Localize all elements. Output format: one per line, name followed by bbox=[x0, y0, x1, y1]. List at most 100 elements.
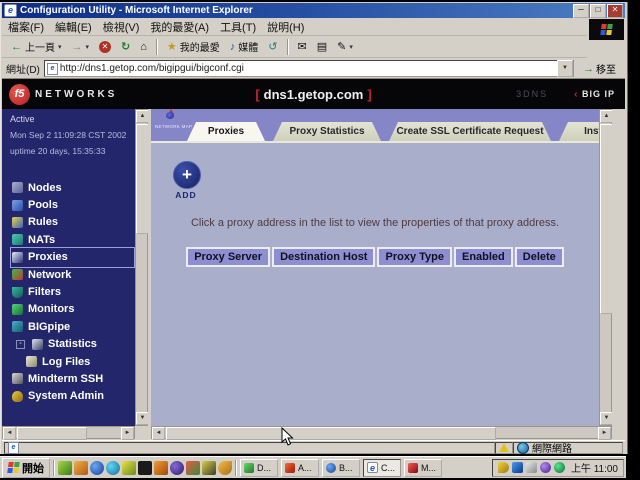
history-icon: ↺ bbox=[268, 41, 277, 53]
quicklaunch-icon[interactable] bbox=[58, 461, 72, 475]
scroll-left-icon[interactable]: ◄ bbox=[3, 427, 16, 440]
scroll-thumb[interactable] bbox=[17, 427, 87, 440]
header-right: 3DNS ‹ BIG IP bbox=[516, 89, 615, 100]
favorites-button[interactable]: ★ 我的最愛 bbox=[164, 38, 223, 55]
address-field[interactable]: e ▼ bbox=[44, 60, 574, 77]
taskbar-window-button[interactable]: M... bbox=[404, 459, 442, 477]
go-button[interactable]: → 移至 bbox=[578, 60, 621, 77]
main-vertical-scrollbar[interactable]: ▲ ▼ bbox=[599, 109, 612, 426]
menu-view[interactable]: 檢視(V) bbox=[103, 19, 140, 35]
tab-install-ssl-certificate[interactable]: Install SSL Certif bbox=[559, 122, 599, 141]
close-button[interactable]: ✕ bbox=[607, 4, 623, 18]
scroll-left-icon[interactable]: ◄ bbox=[152, 427, 165, 440]
column-enabled[interactable]: Enabled bbox=[454, 247, 513, 267]
tab-strip: NETWORK MAP Proxies Proxy Statistics Cre… bbox=[151, 109, 599, 143]
log-files-icon bbox=[26, 356, 37, 367]
document-icon: e bbox=[8, 442, 19, 454]
address-input[interactable] bbox=[58, 62, 557, 75]
menu-file[interactable]: 檔案(F) bbox=[8, 19, 44, 35]
tab-proxies[interactable]: Proxies bbox=[187, 122, 265, 141]
sidebar-horizontal-scrollbar[interactable]: ◄ ► bbox=[2, 426, 135, 439]
print-icon: ▤ bbox=[317, 41, 327, 53]
maximize-button[interactable]: □ bbox=[590, 4, 606, 18]
history-button[interactable]: ↺ bbox=[265, 40, 280, 54]
volume-icon[interactable] bbox=[498, 462, 509, 473]
edit-button[interactable]: ✎ ▾ bbox=[334, 40, 356, 54]
taskbar-window-button[interactable]: A... bbox=[281, 459, 319, 477]
forward-caret-icon[interactable]: ▾ bbox=[86, 43, 90, 51]
quicklaunch-icon[interactable] bbox=[122, 461, 136, 475]
pools-icon bbox=[12, 200, 23, 211]
quicklaunch-icon[interactable] bbox=[218, 461, 232, 475]
quicklaunch-icon[interactable] bbox=[202, 461, 216, 475]
menu-tools[interactable]: 工具(T) bbox=[220, 19, 256, 35]
print-button[interactable]: ▤ bbox=[314, 40, 330, 54]
sidebar-item-nats[interactable]: NATs bbox=[12, 231, 133, 248]
taskbar-window-button[interactable]: B... bbox=[322, 459, 360, 477]
back-button[interactable]: ← 上一頁 ▾ bbox=[8, 38, 65, 55]
sidebar-item-network[interactable]: Network bbox=[12, 266, 133, 283]
page-icon: e bbox=[47, 63, 58, 75]
mail-button[interactable]: ✉ bbox=[295, 40, 310, 54]
forward-icon: → bbox=[72, 41, 83, 53]
minimize-button[interactable]: ─ bbox=[573, 4, 589, 18]
back-caret-icon[interactable]: ▾ bbox=[58, 43, 62, 51]
tab-create-ssl-certificate-request[interactable]: Create SSL Certificate Request bbox=[389, 122, 551, 141]
column-destination-host[interactable]: Destination Host bbox=[272, 247, 375, 267]
menu-help[interactable]: 說明(H) bbox=[267, 19, 304, 35]
unit-status: Active bbox=[10, 114, 35, 124]
column-proxy-type[interactable]: Proxy Type bbox=[377, 247, 452, 267]
forward-button[interactable]: → ▾ bbox=[69, 40, 93, 54]
stop-icon: ✕ bbox=[99, 41, 111, 53]
menu-favorites[interactable]: 我的最愛(A) bbox=[150, 19, 209, 35]
scroll-right-icon[interactable]: ► bbox=[598, 427, 611, 440]
system-admin-icon bbox=[12, 391, 23, 402]
sidebar-item-pools[interactable]: Pools bbox=[12, 196, 133, 213]
sidebar-item-mindterm-ssh[interactable]: Mindterm SSH bbox=[12, 370, 133, 387]
tray-app-icon[interactable] bbox=[540, 462, 551, 473]
address-dropdown-icon[interactable]: ▼ bbox=[557, 60, 573, 77]
tray-app-icon[interactable] bbox=[554, 462, 565, 473]
tab-proxy-statistics[interactable]: Proxy Statistics bbox=[273, 122, 381, 141]
sidebar-item-nodes[interactable]: Nodes bbox=[12, 179, 133, 196]
add-button[interactable]: + bbox=[173, 161, 201, 189]
home-button[interactable]: ⌂ bbox=[137, 40, 150, 54]
sidebar-item-monitors[interactable]: Monitors bbox=[12, 301, 133, 318]
sidebar-item-system-admin[interactable]: System Admin bbox=[12, 388, 133, 405]
sidebar-item-filters[interactable]: Filters bbox=[12, 283, 133, 300]
home-icon: ⌂ bbox=[140, 41, 147, 53]
sidebar-item-rules[interactable]: Rules bbox=[12, 214, 133, 231]
start-button[interactable]: 開始 bbox=[2, 458, 50, 478]
sidebar-vertical-scrollbar[interactable]: ▲ ▼ bbox=[135, 109, 148, 426]
sidebar-item-proxies[interactable]: Proxies bbox=[12, 249, 133, 266]
network-map-button[interactable]: NETWORK MAP bbox=[155, 111, 185, 139]
column-proxy-server[interactable]: Proxy Server bbox=[186, 247, 270, 267]
taskbar-window-button[interactable]: D... bbox=[240, 459, 278, 477]
column-delete[interactable]: Delete bbox=[515, 247, 564, 267]
quicklaunch-icon[interactable] bbox=[138, 461, 152, 475]
scroll-right-icon[interactable]: ► bbox=[121, 427, 134, 440]
sidebar-item-bigpipe[interactable]: BIGpipe bbox=[12, 318, 133, 335]
quicklaunch-icon[interactable] bbox=[154, 461, 168, 475]
sidebar-item-log-files[interactable]: Log Files bbox=[12, 353, 133, 370]
refresh-button[interactable]: ↻ bbox=[118, 40, 133, 54]
stop-button[interactable]: ✕ bbox=[96, 40, 114, 54]
quicklaunch-icon[interactable] bbox=[170, 461, 184, 475]
display-icon[interactable] bbox=[526, 462, 537, 473]
quicklaunch-icon[interactable] bbox=[106, 461, 120, 475]
quicklaunch-icon[interactable] bbox=[74, 461, 88, 475]
scroll-thumb[interactable] bbox=[166, 427, 496, 440]
quicklaunch-icon[interactable] bbox=[90, 461, 104, 475]
media-button[interactable]: ♪ 媒體 bbox=[227, 38, 262, 55]
quicklaunch-icon[interactable] bbox=[186, 461, 200, 475]
bracket-right: ] bbox=[367, 87, 371, 102]
input-method-icon[interactable] bbox=[512, 462, 523, 473]
edit-icon: ✎ bbox=[337, 41, 346, 53]
sidebar-item-statistics[interactable]: -Statistics bbox=[12, 336, 133, 353]
taskbar-window-button-active[interactable]: eC... bbox=[363, 459, 401, 477]
collapse-icon[interactable]: - bbox=[16, 340, 25, 349]
menu-edit[interactable]: 編輯(E) bbox=[55, 19, 92, 35]
main-horizontal-scrollbar[interactable]: ◄ ► bbox=[151, 426, 612, 439]
toolbar-separator bbox=[287, 39, 289, 55]
edit-caret-icon[interactable]: ▾ bbox=[349, 43, 353, 51]
